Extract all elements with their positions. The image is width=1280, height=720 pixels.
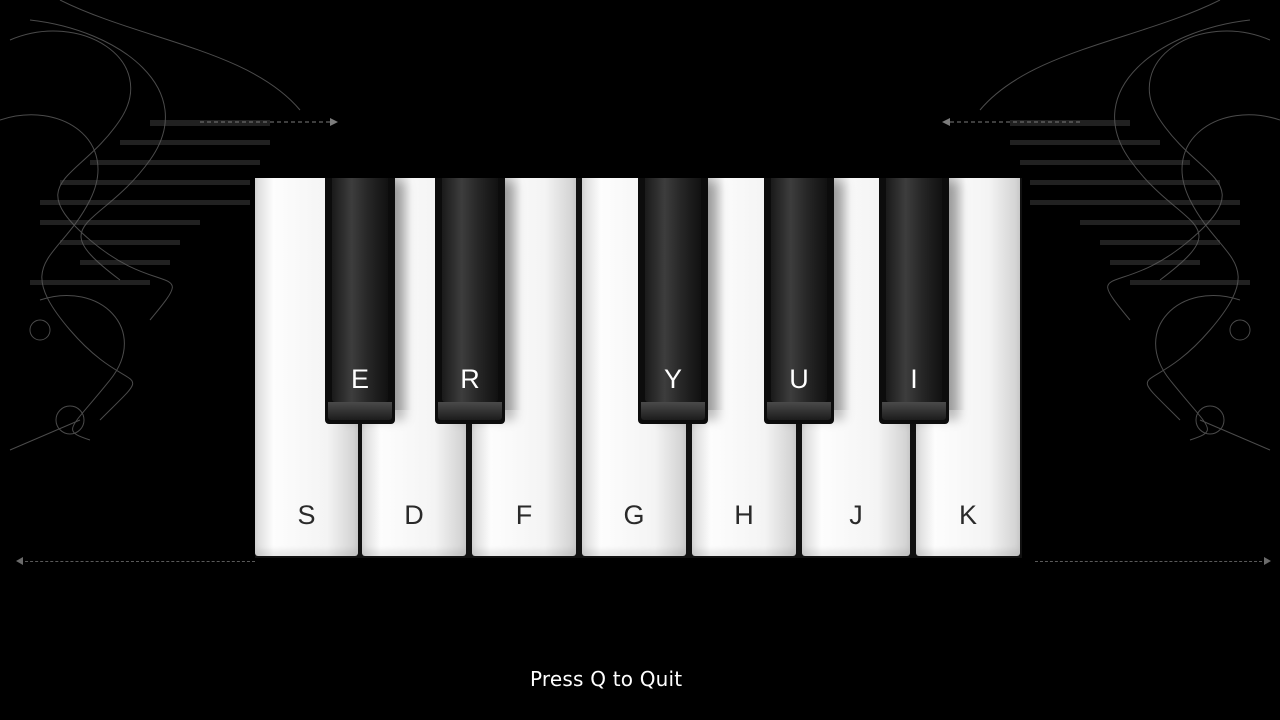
black-key-e[interactable]: E xyxy=(325,178,395,424)
key-label: K xyxy=(958,500,977,530)
key-label: F xyxy=(515,500,533,530)
key-lip xyxy=(882,402,946,420)
black-key-u[interactable]: U xyxy=(764,178,834,424)
key-label: G xyxy=(623,500,645,530)
black-key-r[interactable]: R xyxy=(435,178,505,424)
black-key-y[interactable]: Y xyxy=(638,178,708,424)
key-label: E xyxy=(350,364,369,394)
key-lip xyxy=(328,402,392,420)
key-label: H xyxy=(734,500,754,530)
key-label: S xyxy=(297,500,316,530)
dashed-divider-right xyxy=(1035,561,1267,562)
key-label: I xyxy=(910,364,918,394)
quit-hint-text: Press Q to Quit xyxy=(530,667,683,691)
key-label: R xyxy=(460,364,480,394)
key-label: D xyxy=(404,500,424,530)
piano-keyboard: S D F G H J K E R Y U I xyxy=(255,178,1022,558)
arrow-left-icon xyxy=(16,557,23,565)
key-label: J xyxy=(849,500,863,530)
arrow-right-icon xyxy=(1264,557,1271,565)
black-key-i[interactable]: I xyxy=(879,178,949,424)
key-lip xyxy=(641,402,705,420)
key-label: U xyxy=(789,364,809,394)
dashed-divider-left xyxy=(20,561,255,562)
key-lip xyxy=(438,402,502,420)
key-label: Y xyxy=(663,364,682,394)
key-lip xyxy=(767,402,831,420)
game-screen: S D F G H J K E R Y U I Press Q to Quit xyxy=(0,0,1280,720)
